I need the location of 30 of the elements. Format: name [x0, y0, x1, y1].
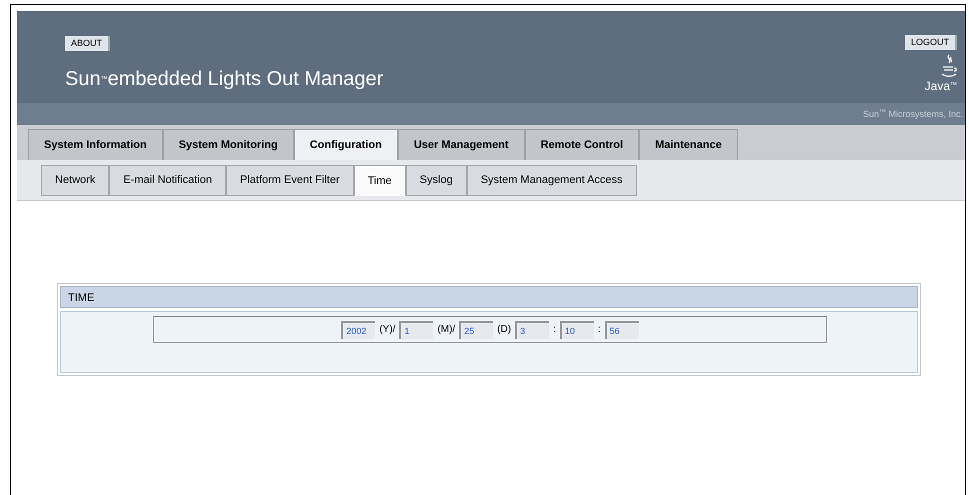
logout-button[interactable]: LOGOUT	[904, 35, 957, 50]
tab[interactable]: Platform Event Filter	[226, 165, 354, 196]
input-field[interactable]: 2002	[341, 320, 376, 338]
panel-title: TIME	[60, 286, 918, 308]
app-title: Sun$^{™}$embedded Lights Out Manager	[65, 66, 384, 92]
tab[interactable]: E-mail Notification	[109, 165, 226, 196]
tab[interactable]: System Information	[28, 129, 163, 160]
tab[interactable]: System Management Access	[466, 165, 637, 196]
unit-label: (D)	[497, 323, 512, 337]
tab[interactable]: System Monitoring	[162, 129, 294, 160]
input-field[interactable]: 1	[399, 320, 434, 338]
unit-label: :	[553, 323, 556, 337]
tab[interactable]: Syslog	[406, 165, 467, 196]
tab[interactable]: Configuration	[294, 129, 398, 160]
coffee-cup-icon	[941, 54, 957, 80]
unit-label: (M)/	[437, 323, 456, 337]
tab[interactable]: Remote Control	[524, 129, 640, 160]
unit-label: (Y)/	[379, 323, 396, 337]
tab[interactable]: User Management	[398, 129, 525, 160]
java-logo-text: Java$^{™}$	[924, 80, 957, 92]
tab[interactable]: Time	[354, 165, 406, 196]
about-button[interactable]: ABOUT	[65, 36, 110, 51]
tab[interactable]: Maintenance	[639, 129, 738, 160]
input-field[interactable]: 3	[515, 320, 550, 338]
input-field[interactable]: 10	[560, 320, 594, 338]
tab[interactable]: Network	[41, 165, 110, 196]
input-field[interactable]: 25	[459, 320, 494, 338]
input-field[interactable]: 56	[604, 320, 639, 338]
company-text: Sun$^{™}$ Microsystems, Inc.	[862, 109, 963, 119]
unit-label: :	[598, 323, 601, 337]
